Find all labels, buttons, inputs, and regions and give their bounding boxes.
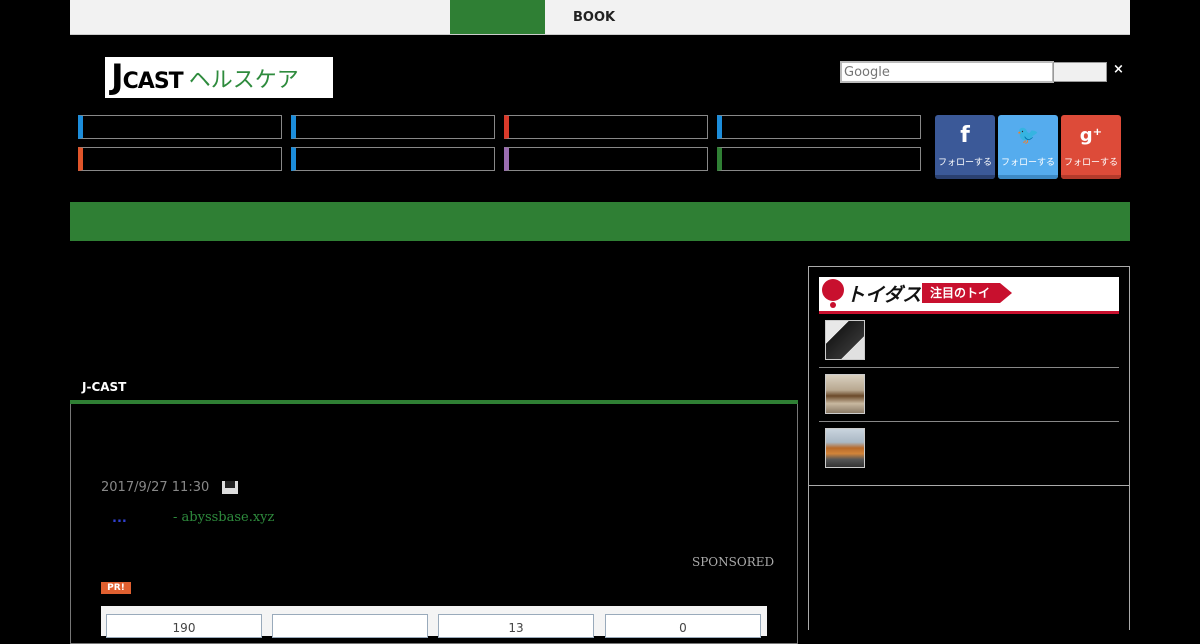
- category-link-3[interactable]: [504, 115, 708, 139]
- category-link-5[interactable]: [78, 147, 282, 171]
- featured-tag: 注目のトイ: [922, 283, 1012, 303]
- share-count-4[interactable]: 0: [605, 614, 761, 638]
- sidebar-divider: [819, 421, 1119, 422]
- category-link-2[interactable]: [291, 115, 495, 139]
- category-link-8[interactable]: [717, 147, 921, 171]
- category-link-4[interactable]: [717, 115, 921, 139]
- category-link-1[interactable]: [78, 115, 282, 139]
- search-button[interactable]: [1053, 62, 1107, 82]
- global-nav-band: [70, 202, 1130, 241]
- category-link-7[interactable]: [504, 147, 708, 171]
- jcast-logo: JCAST: [111, 56, 184, 97]
- print-icon[interactable]: [222, 481, 238, 494]
- sponsored-label: SPONSORED: [692, 555, 775, 569]
- sidebar-lower: [808, 485, 1130, 630]
- site-logo[interactable]: JCAST ヘルスケア: [105, 57, 333, 98]
- share-count-2[interactable]: [272, 614, 428, 638]
- pr-badge: PR!: [101, 582, 131, 594]
- google-plus-icon: g⁺: [1079, 125, 1103, 146]
- toidasu-banner[interactable]: トイダス 注目のトイ: [819, 277, 1119, 314]
- section-label: J-CAST: [82, 380, 127, 394]
- nav-tab-book[interactable]: BOOK: [573, 10, 615, 25]
- article-datetime: 2017/9/27 11:30: [101, 480, 210, 495]
- ellipsis-link[interactable]: ...: [112, 511, 127, 526]
- twitter-follow-button[interactable]: 🐦 フォローする: [998, 115, 1058, 179]
- search-input[interactable]: [840, 61, 1054, 83]
- facebook-follow-button[interactable]: f フォローする: [935, 115, 995, 179]
- nav-tab-active[interactable]: [450, 0, 545, 34]
- twitter-icon: 🐦: [1016, 125, 1040, 146]
- sidebar-divider: [819, 367, 1119, 368]
- close-icon[interactable]: ×: [1113, 62, 1124, 77]
- share-count-1[interactable]: 190: [106, 614, 262, 638]
- facebook-icon: f: [960, 123, 970, 148]
- question-mark-icon: [822, 279, 844, 301]
- toidasu-logo: トイダス: [846, 284, 922, 306]
- google-plus-follow-button[interactable]: g⁺ フォローする: [1061, 115, 1121, 179]
- sidebar-thumb-3[interactable]: [825, 428, 865, 468]
- healthcare-logo-text: ヘルスケア: [188, 67, 299, 93]
- category-link-6[interactable]: [291, 147, 495, 171]
- sidebar-thumb-2[interactable]: [825, 374, 865, 414]
- share-count-3[interactable]: 13: [438, 614, 594, 638]
- top-nav-bar: BOOK: [70, 0, 1130, 35]
- sidebar-thumb-1[interactable]: [825, 320, 865, 360]
- source-link[interactable]: - abyssbase.xyz: [173, 510, 274, 525]
